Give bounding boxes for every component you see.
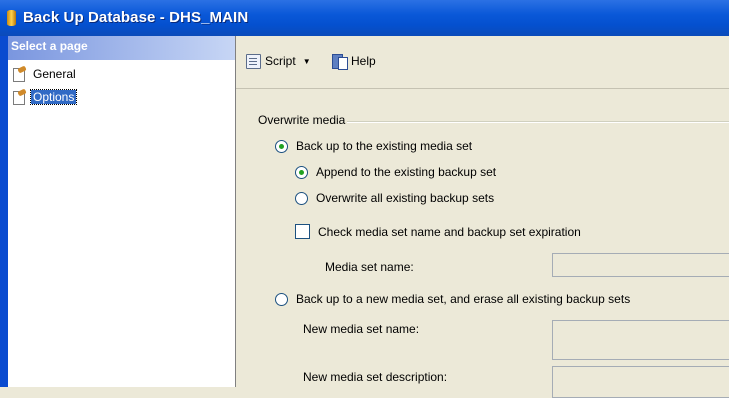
page-selector-header: Select a page — [8, 36, 235, 60]
script-button[interactable]: Script ▼ — [245, 53, 311, 69]
script-label: Script — [265, 54, 296, 68]
toolbar: Script ▼ Help — [236, 36, 729, 89]
page-item-label: Options — [29, 89, 78, 105]
page-selector-title: Select a page — [11, 39, 88, 53]
title-bar: Back Up Database - DHS_MAIN — [0, 0, 729, 36]
page-settings-icon — [11, 88, 27, 105]
window-title: Back Up Database - DHS_MAIN — [23, 9, 249, 26]
page-item-label: General — [33, 67, 76, 81]
overwrite-all-label: Overwrite all existing backup sets — [316, 191, 495, 205]
database-icon — [7, 10, 16, 26]
radio-selected-icon — [275, 139, 288, 153]
window-frame-left — [0, 36, 8, 387]
page-selector-pane: Select a page General Options — [8, 36, 236, 387]
new-media-set-radio[interactable]: Back up to a new media set, and erase al… — [275, 292, 630, 306]
new-media-set-name-input[interactable] — [552, 320, 729, 360]
help-book-icon — [331, 53, 348, 70]
existing-media-set-label: Back up to the existing media set — [296, 139, 473, 153]
group-divider — [347, 121, 729, 123]
options-content: Overwrite media Back up to the existing … — [236, 89, 729, 398]
media-set-name-label: Media set name: — [325, 260, 414, 274]
new-media-set-label: Back up to a new media set, and erase al… — [296, 292, 631, 306]
chevron-down-icon[interactable]: ▼ — [303, 57, 311, 66]
help-label: Help — [351, 54, 376, 68]
script-icon — [245, 53, 262, 69]
page-item-general[interactable]: General — [11, 65, 78, 83]
page-item-options[interactable]: Options — [11, 88, 78, 106]
check-media-label: Check media set name and backup set expi… — [318, 224, 581, 239]
append-backup-set-label: Append to the existing backup set — [316, 165, 497, 179]
radio-unselected-icon — [275, 292, 288, 306]
existing-media-set-radio[interactable]: Back up to the existing media set — [275, 139, 472, 153]
radio-selected-icon — [295, 165, 308, 179]
overwrite-all-radio[interactable]: Overwrite all existing backup sets — [295, 191, 494, 205]
new-media-set-name-label: New media set name: — [303, 322, 420, 336]
checkbox-unchecked-icon — [295, 224, 310, 239]
check-media-checkbox[interactable]: Check media set name and backup set expi… — [295, 224, 581, 239]
page-settings-icon — [11, 65, 27, 82]
overwrite-media-legend: Overwrite media — [258, 113, 346, 127]
help-button[interactable]: Help — [331, 53, 376, 70]
new-media-set-description-input[interactable] — [552, 366, 729, 398]
new-media-set-description-label: New media set description: — [303, 370, 448, 384]
radio-unselected-icon — [295, 191, 308, 205]
media-set-name-input[interactable] — [552, 253, 729, 277]
append-backup-set-radio[interactable]: Append to the existing backup set — [295, 165, 496, 179]
